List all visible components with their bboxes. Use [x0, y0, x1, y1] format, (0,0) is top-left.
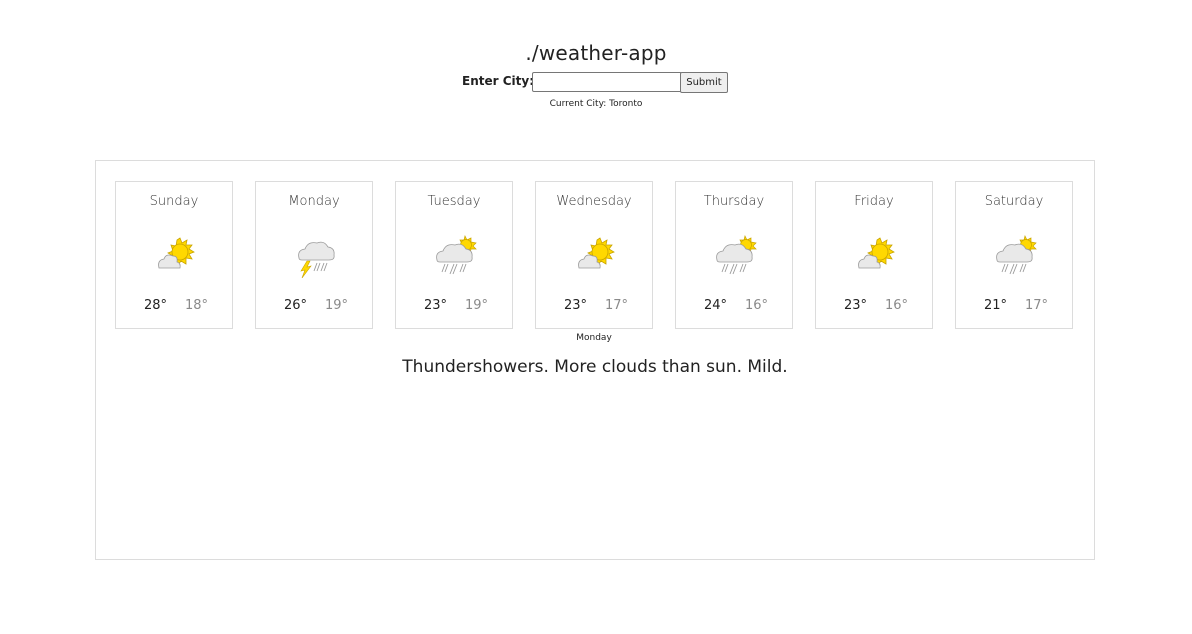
- temp-low: 16°: [885, 298, 909, 313]
- page-title: ./weather-app: [525, 41, 667, 66]
- day-name: Thursday: [703, 194, 765, 209]
- temp-high: 24°: [704, 298, 728, 313]
- temp-high: 23°: [564, 298, 588, 313]
- day-name: Sunday: [149, 194, 199, 209]
- day-name: Friday: [854, 194, 894, 209]
- temp-high: 23°: [424, 298, 448, 313]
- day-card-tuesday[interactable]: Tuesday 23° 19°: [395, 181, 513, 329]
- temp-high: 28°: [144, 298, 168, 313]
- day-name: Wednesday: [556, 194, 632, 209]
- temp-low: 16°: [745, 298, 769, 313]
- temp-low: 17°: [605, 298, 629, 313]
- temp-low: 18°: [185, 298, 209, 313]
- sun-behind-cloud-icon: [578, 237, 615, 269]
- temp-low: 17°: [1025, 298, 1049, 313]
- day-card-monday[interactable]: Monday 26° 19°: [255, 181, 373, 329]
- temp-high: 21°: [984, 298, 1008, 313]
- day-card-wednesday[interactable]: Wednesday 23° 17°: [535, 181, 653, 329]
- city-search-form: Enter City: Submit: [0, 72, 1192, 94]
- temp-low: 19°: [465, 298, 489, 313]
- city-label: Enter City:: [462, 74, 534, 88]
- forecast-description: Thundershowers. More clouds than sun. Mi…: [402, 357, 788, 377]
- day-card-friday[interactable]: Friday 23° 16°: [815, 181, 933, 329]
- forecast-panel: Sunday 28° 18° Monday 26° 19° Tuesday 23…: [95, 160, 1095, 560]
- current-city-text: Current City: Toronto: [549, 99, 643, 109]
- day-name: Tuesday: [427, 194, 481, 209]
- sun-cloud-rain-icon: [716, 234, 757, 275]
- sun-cloud-rain-icon: [436, 234, 477, 275]
- thunder-rain-cloud-icon: [298, 241, 335, 278]
- day-name: Monday: [288, 194, 340, 209]
- day-name: Saturday: [984, 194, 1044, 209]
- day-card-thursday[interactable]: Thursday 24° 16°: [675, 181, 793, 329]
- temp-high: 26°: [284, 298, 308, 313]
- day-card-sunday[interactable]: Sunday 28° 18°: [115, 181, 233, 329]
- temp-high: 23°: [844, 298, 868, 313]
- sun-behind-cloud-icon: [858, 237, 895, 269]
- selected-day-label: Monday: [576, 333, 612, 343]
- sun-behind-cloud-icon: [158, 237, 195, 269]
- city-input[interactable]: [532, 72, 682, 92]
- submit-button[interactable]: Submit: [680, 72, 728, 93]
- temp-low: 19°: [325, 298, 349, 313]
- sun-cloud-rain-icon: [996, 234, 1037, 275]
- day-card-saturday[interactable]: Saturday 21° 17°: [955, 181, 1073, 329]
